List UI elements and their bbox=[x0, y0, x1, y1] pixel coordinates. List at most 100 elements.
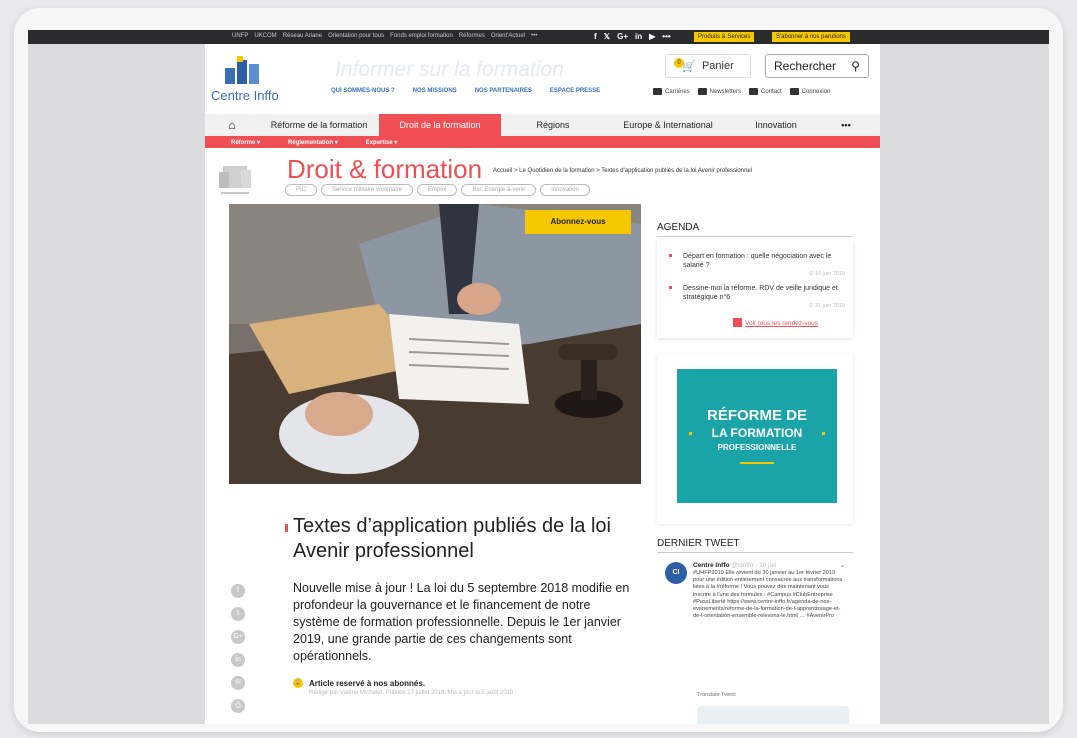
tweet-body: #UHFP2019 Elle revient du 30 janvier au … bbox=[693, 570, 843, 620]
nav-more[interactable]: ••• bbox=[821, 114, 871, 136]
search-icon: ⚲ bbox=[851, 59, 860, 73]
share-twitter-icon[interactable]: t bbox=[231, 607, 245, 621]
partner-link[interactable]: Orient'Actuel bbox=[491, 33, 525, 39]
promo-line-2: LA FORMATION bbox=[711, 426, 803, 440]
tweet-card: CI Centre Inffo @cinffo · 10 juil ⌄ #UHF… bbox=[657, 558, 853, 724]
share-bar: f t G+ in ✉ ⎙ bbox=[231, 584, 245, 713]
products-button[interactable]: Produits & Services bbox=[694, 32, 755, 42]
linkedin-icon[interactable]: in bbox=[635, 32, 642, 41]
breadcrumb[interactable]: Accueil > Le Quotidien de la formation >… bbox=[493, 168, 752, 174]
promo-dot bbox=[689, 432, 692, 435]
bullet-icon bbox=[669, 286, 672, 289]
social-links: f 𝕏 G+ in ▶ ••• bbox=[594, 32, 671, 41]
tag[interactable]: Emploi bbox=[417, 184, 458, 196]
nav-law[interactable]: Droit de la formation bbox=[379, 114, 501, 136]
share-linkedin-icon[interactable]: in bbox=[231, 653, 245, 667]
logo-text: Centre Inffo bbox=[211, 88, 279, 103]
utility-links: Carrières Newsletters Contact Connexion bbox=[653, 88, 830, 95]
subscribe-button[interactable]: Abonnez-vous bbox=[525, 210, 631, 234]
careers-link[interactable]: Carrières bbox=[653, 88, 690, 95]
translate-tweet-link[interactable]: Translate Tweet bbox=[697, 692, 736, 698]
calendar-icon bbox=[733, 318, 742, 327]
section-thumbnail-icon bbox=[219, 166, 251, 194]
who-are-we-link[interactable]: QUI SOMMES-NOUS ? bbox=[331, 88, 395, 94]
article-title: Textes d’application publiés de la loi A… bbox=[293, 515, 611, 562]
tweet-author[interactable]: Centre Inffo @cinffo · 10 juil bbox=[693, 562, 776, 569]
briefcase-icon bbox=[653, 88, 662, 95]
nav-innovation[interactable]: Innovation bbox=[731, 114, 821, 136]
subscriber-notice-text: Article reservé à nos abonnés. bbox=[309, 678, 426, 688]
tag-list: PIC Service militaire volontaire Emploi … bbox=[285, 184, 590, 196]
promo-line-1: RÉFORME DE bbox=[706, 407, 807, 424]
promo-dot bbox=[822, 432, 825, 435]
lock-icon bbox=[789, 88, 799, 95]
chevron-down-icon[interactable]: ⌄ bbox=[839, 560, 846, 569]
partner-link[interactable]: UKCOM bbox=[254, 33, 276, 39]
more-icon[interactable]: ••• bbox=[662, 32, 670, 41]
promo-line-3: PROFESSIONNELLE bbox=[717, 443, 797, 452]
subscriber-notice: 🔒 Article reservé à nos abonnés. bbox=[293, 678, 425, 688]
partner-link[interactable]: Orientation pour tous bbox=[328, 33, 384, 39]
subnav-expertise[interactable]: Expertise ▾ bbox=[366, 139, 398, 146]
browser-screen: UNFP UKCOM Réseau Ariane Orientation pou… bbox=[28, 30, 1049, 724]
reform-promo-banner[interactable]: RÉFORME DE LA FORMATION PROFESSIONNELLE bbox=[677, 369, 837, 503]
title-marker bbox=[285, 524, 288, 532]
subnav-regulation[interactable]: Réglementation ▾ bbox=[288, 139, 338, 146]
share-facebook-icon[interactable]: f bbox=[231, 584, 245, 598]
tag[interactable]: Service militaire volontaire bbox=[321, 184, 414, 196]
person-icon bbox=[749, 88, 759, 95]
nav-regions[interactable]: Régions bbox=[501, 114, 605, 136]
tweet-heading: DERNIER TWEET bbox=[657, 538, 853, 553]
page: Centre Inffo Informer sur la formation Q… bbox=[205, 44, 880, 724]
search-button[interactable]: Rechercher ⚲ bbox=[765, 54, 869, 78]
partner-link[interactable]: Réformes bbox=[459, 33, 485, 39]
tag[interactable]: Bac Energie-à-venir bbox=[461, 184, 537, 196]
article-byline: Rédigé par Valérie Michelet. Publiée 27 … bbox=[309, 690, 514, 696]
twitter-icon[interactable]: 𝕏 bbox=[604, 32, 610, 41]
sub-nav: Réforme ▾ Réglementation ▾ Expertise ▾ bbox=[205, 136, 880, 148]
envelope-icon bbox=[697, 88, 707, 95]
logo-mark-icon bbox=[225, 56, 259, 84]
device-frame: UNFP UKCOM Réseau Ariane Orientation pou… bbox=[14, 8, 1063, 732]
youtube-icon[interactable]: ▶ bbox=[649, 32, 655, 41]
missions-link[interactable]: NOS MISSIONS bbox=[413, 88, 457, 94]
login-link[interactable]: Connexion bbox=[789, 88, 830, 95]
top-utility-bar: UNFP UKCOM Réseau Ariane Orientation pou… bbox=[28, 30, 1049, 44]
facebook-icon[interactable]: f bbox=[594, 32, 597, 41]
lock-icon: 🔒 bbox=[293, 678, 303, 688]
cart-button[interactable]: 0 🛒 Panier bbox=[665, 54, 751, 78]
partners-link[interactable]: NOS PARTENAIRES bbox=[475, 88, 532, 94]
agenda-heading: AGENDA bbox=[657, 222, 853, 237]
agenda-item[interactable]: Dessine-moi la réforme. RDV de veille ju… bbox=[669, 284, 845, 311]
share-google-plus-icon[interactable]: G+ bbox=[231, 630, 245, 644]
partner-more-link[interactable]: ••• bbox=[531, 33, 537, 39]
home-icon[interactable]: ⌂ bbox=[205, 118, 259, 132]
partner-link[interactable]: Réseau Ariane bbox=[283, 33, 322, 39]
contact-link[interactable]: Contact bbox=[749, 88, 782, 95]
share-email-icon[interactable]: ✉ bbox=[231, 676, 245, 690]
promo-card: RÉFORME DE LA FORMATION PROFESSIONNELLE bbox=[657, 354, 853, 524]
avatar[interactable]: CI bbox=[665, 562, 687, 584]
article-hero-image bbox=[229, 204, 641, 484]
all-events-link[interactable]: Voir tous les rendez-vous bbox=[745, 320, 818, 327]
partner-link[interactable]: UNFP bbox=[232, 33, 248, 39]
newsletters-link[interactable]: Newsletters bbox=[697, 88, 741, 95]
press-link[interactable]: ESPACE PRESSE bbox=[550, 88, 600, 94]
search-label: Rechercher bbox=[774, 59, 837, 73]
subnav-reform[interactable]: Réforme ▾ bbox=[231, 139, 260, 146]
section-title: Droit & formation bbox=[287, 154, 483, 184]
partner-links: UNFP UKCOM Réseau Ariane Orientation pou… bbox=[232, 33, 537, 39]
agenda-item[interactable]: Départ en formation : quelle négociation… bbox=[669, 252, 845, 279]
nav-europe[interactable]: Europe & International bbox=[605, 114, 731, 136]
google-plus-icon[interactable]: G+ bbox=[617, 32, 628, 41]
agenda-card: Départ en formation : quelle négociation… bbox=[657, 240, 853, 338]
site-logo[interactable]: Centre Inffo bbox=[211, 54, 291, 106]
nav-reform[interactable]: Réforme de la formation bbox=[259, 114, 379, 136]
tweet-media-card[interactable] bbox=[697, 706, 849, 724]
tag[interactable]: PIC bbox=[285, 184, 318, 196]
tag[interactable]: innovation bbox=[540, 184, 590, 196]
partner-link[interactable]: Fonds emploi formation bbox=[390, 33, 453, 39]
print-icon[interactable]: ⎙ bbox=[231, 699, 245, 713]
site-tagline: Informer sur la formation bbox=[335, 58, 564, 81]
subscribe-publications-button[interactable]: S'abonner à nos parutions bbox=[772, 32, 850, 42]
